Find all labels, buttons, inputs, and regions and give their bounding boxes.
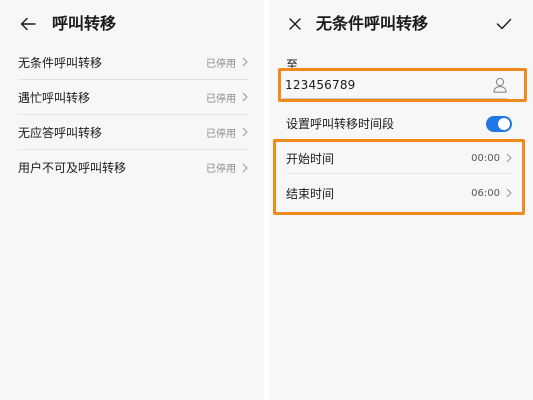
header: 无条件呼叫转移 bbox=[269, 10, 533, 38]
chevron-right-icon bbox=[242, 57, 248, 67]
time-range-highlight bbox=[273, 139, 525, 215]
call-forwarding-panel: 呼叫转移 无条件呼叫转移 已停用 遇忙呼叫转移 已停用 无应答呼叫转移 已停用 … bbox=[0, 0, 264, 400]
page-title: 无条件呼叫转移 bbox=[316, 14, 429, 33]
page-title: 呼叫转移 bbox=[52, 14, 117, 33]
chevron-right-icon bbox=[242, 163, 248, 172]
schedule-label: 设置呼叫转移时间段 bbox=[286, 117, 395, 131]
header: 呼叫转移 bbox=[0, 10, 264, 38]
schedule-setting-row: 设置呼叫转移时间段 bbox=[286, 113, 512, 135]
confirm-check-icon[interactable] bbox=[493, 10, 515, 38]
status-text: 已停用 bbox=[206, 93, 236, 105]
list-item-no-answer[interactable]: 无应答呼叫转移 已停用 bbox=[18, 115, 248, 150]
list-item-label: 遇忙呼叫转移 bbox=[18, 90, 91, 105]
schedule-toggle[interactable] bbox=[486, 116, 512, 132]
back-arrow-icon[interactable] bbox=[18, 10, 38, 38]
list-item-busy[interactable]: 遇忙呼叫转移 已停用 bbox=[18, 80, 248, 115]
status-text: 已停用 bbox=[206, 58, 236, 70]
phone-input-highlight bbox=[278, 68, 527, 102]
status-text: 已停用 bbox=[206, 128, 236, 140]
close-icon[interactable] bbox=[285, 10, 305, 38]
unconditional-forwarding-panel: 无条件呼叫转移 至 123456789 设置呼叫转移时间段 开始时间 00:00… bbox=[269, 0, 533, 400]
toggle-knob bbox=[498, 118, 510, 130]
list-item-label: 无应答呼叫转移 bbox=[18, 125, 103, 140]
status-text: 已停用 bbox=[206, 164, 236, 175]
forwarding-list: 无条件呼叫转移 已停用 遇忙呼叫转移 已停用 无应答呼叫转移 已停用 用户不可及… bbox=[18, 45, 248, 185]
list-item-unreachable[interactable]: 用户不可及呼叫转移 已停用 bbox=[18, 150, 248, 185]
list-item-label: 无条件呼叫转移 bbox=[18, 55, 103, 70]
chevron-right-icon bbox=[242, 127, 248, 137]
chevron-right-icon bbox=[242, 92, 248, 102]
list-item-unconditional[interactable]: 无条件呼叫转移 已停用 bbox=[18, 45, 248, 80]
list-item-label: 用户不可及呼叫转移 bbox=[18, 161, 127, 175]
